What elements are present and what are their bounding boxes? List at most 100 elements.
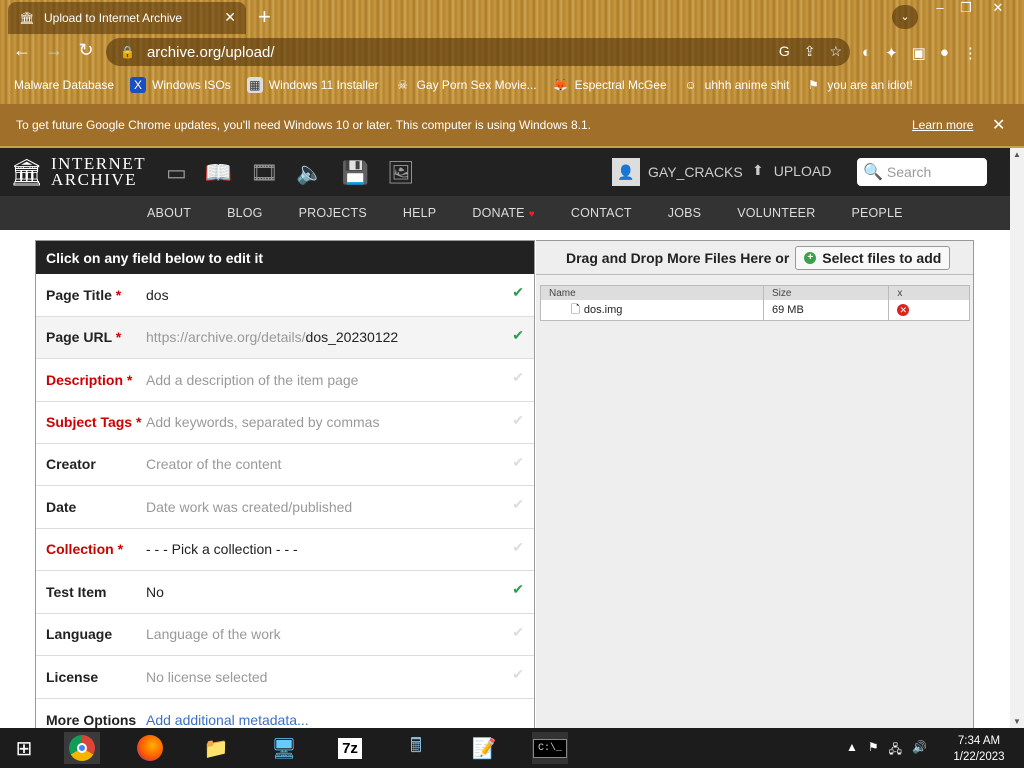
firefox-icon[interactable] (132, 732, 168, 764)
profile-avatar-icon[interactable]: ● (940, 44, 949, 62)
field-subject-tags[interactable]: Subject Tags * Add keywords, separated b… (36, 402, 534, 444)
windows-start-icon[interactable]: ⊞ (6, 732, 42, 764)
side-panel-icon[interactable]: ▣ (912, 44, 926, 62)
chrome-icon[interactable] (64, 732, 100, 764)
extensions-icon[interactable]: ✦ (885, 44, 898, 62)
bookmark-item[interactable]: ▦ Windows 11 Installer (246, 77, 379, 93)
tab-title: Upload to Internet Archive (44, 11, 183, 25)
field-collection[interactable]: Collection * - - - Pick a collection - -… (36, 529, 534, 571)
nav-help[interactable]: HELP (403, 206, 436, 220)
menu-icon[interactable]: ⋮ (963, 44, 978, 62)
table-row[interactable]: 🗋 dos.img 69 MB ✕ (541, 300, 969, 320)
video-icon[interactable]: 🎞 (250, 160, 278, 186)
field-page-title[interactable]: Page Title * dos ✔ (36, 274, 534, 317)
new-tab-button[interactable]: + (258, 4, 271, 30)
bookmark-item[interactable]: Malware Database (14, 78, 114, 92)
calculator-icon[interactable]: 🖩 (398, 732, 434, 764)
back-icon[interactable]: ← (10, 40, 34, 61)
bookmark-item[interactable]: X Windows ISOs (130, 77, 231, 93)
7zip-icon[interactable]: 7z (332, 732, 368, 764)
temple-icon: 🏛 (10, 156, 44, 187)
search-placeholder: Search (886, 164, 932, 180)
remove-file-icon[interactable]: ✕ (897, 304, 910, 316)
bookmark-item[interactable]: ☠ Gay Porn Sex Movie... (395, 77, 536, 93)
file-explorer-icon[interactable]: 📁 (198, 732, 234, 764)
logo-line2: ARCHIVE (51, 170, 138, 189)
nav-about[interactable]: ABOUT (147, 206, 191, 220)
field-language[interactable]: Language Language of the work ✔ (36, 614, 534, 656)
x-icon: X (130, 77, 147, 93)
user-avatar-icon: 👤 (612, 158, 640, 186)
check-icon: ✔ (512, 411, 524, 428)
maximize-button[interactable]: ❐ (952, 0, 980, 16)
tray-expand-icon[interactable]: ▲ (846, 740, 858, 761)
browser-tab[interactable]: 🏛 Upload to Internet Archive ✕ (8, 2, 246, 34)
archive-favicon-icon: 🏛 (19, 11, 35, 25)
reload-icon[interactable]: ↻ (74, 40, 98, 61)
close-infobar-icon[interactable]: ✕ (992, 115, 1005, 135)
upload-link[interactable]: ⬆ UPLOAD (752, 162, 831, 179)
image-icon: ▦ (246, 77, 263, 93)
learn-more-link[interactable]: Learn more (912, 118, 973, 132)
field-test-item[interactable]: Test Item No ✔ (36, 571, 534, 614)
bookmark-item[interactable]: 🦊 Espectral McGee (553, 77, 667, 93)
files-panel[interactable]: Drag and Drop More Files Here or + Selec… (536, 240, 974, 728)
scroll-down-icon[interactable]: ▼ (1013, 717, 1021, 726)
profile-flag-icon[interactable]: ◐ (862, 44, 871, 62)
taskbar-clock[interactable]: 7:34 AM 1/22/2023 (944, 733, 1014, 765)
nav-people[interactable]: PEOPLE (851, 206, 902, 220)
close-tab-icon[interactable]: ✕ (224, 9, 236, 26)
address-bar[interactable]: 🔒 archive.org/upload/ G ⇪ ☆ (106, 38, 850, 66)
field-date[interactable]: Date Date work was created/published ✔ (36, 486, 534, 529)
field-description[interactable]: Description * Add a description of the i… (36, 359, 534, 402)
bookmark-item[interactable]: ⚑ you are an idiot! (805, 77, 913, 93)
minimize-button[interactable]: – (926, 0, 954, 16)
update-infobar: To get future Google Chrome updates, you… (0, 104, 1024, 146)
scroll-up-icon[interactable]: ▲ (1013, 150, 1021, 159)
upload-icon: ⬆ (752, 162, 764, 178)
drop-zone-header: Drag and Drop More Files Here or + Selec… (536, 241, 973, 275)
system-tray: ▲ ⚑ 🖧 🔊 (846, 740, 927, 761)
username: GAY_CRACKS (648, 164, 743, 180)
field-page-url[interactable]: Page URL * https://archive.org/details/d… (36, 316, 534, 359)
bookmark-star-icon[interactable]: ☆ (829, 43, 842, 60)
flag-icon: ⚑ (808, 78, 819, 92)
network-icon[interactable]: 🖧 (889, 740, 902, 761)
nav-blog[interactable]: BLOG (227, 206, 263, 220)
browser-chrome: 🏛 Upload to Internet Archive ✕ + ⌄ – ❐ ✕… (0, 0, 1024, 104)
nav-projects[interactable]: PROJECTS (299, 206, 367, 220)
share-icon[interactable]: ⇪ (804, 43, 816, 60)
volume-icon[interactable]: 🔊 (912, 740, 927, 761)
plus-icon: + (804, 251, 817, 264)
check-icon: ✔ (512, 284, 524, 300)
command-prompt-icon[interactable]: C:\_ (532, 732, 568, 764)
audio-icon[interactable]: 🔈 (296, 160, 323, 186)
field-license[interactable]: License No license selected ✔ (36, 656, 534, 699)
nav-jobs[interactable]: JOBS (668, 206, 701, 220)
forward-icon[interactable]: → (42, 40, 66, 61)
check-icon: ✔ (512, 453, 524, 470)
select-files-button[interactable]: + Select files to add (795, 245, 951, 270)
web-icon[interactable]: ▭ (166, 160, 187, 186)
user-menu[interactable]: 👤 GAY_CRACKS (612, 158, 743, 186)
tab-search-button[interactable]: ⌄ (892, 5, 918, 29)
nav-contact[interactable]: CONTACT (571, 206, 632, 220)
bookmark-item[interactable]: ☺ uhhh anime shit (683, 77, 790, 93)
texts-icon[interactable]: 📖 (205, 160, 232, 186)
software-icon[interactable]: 💾 (342, 160, 369, 186)
bookmarks-bar: Malware Database X Windows ISOs ▦ Windows … (0, 72, 1024, 98)
network-app-icon[interactable]: 🖥 (266, 732, 302, 764)
ia-logo[interactable]: 🏛 INTERNET ARCHIVE (10, 155, 146, 189)
nav-donate[interactable]: DONATE ♥ (472, 206, 535, 220)
notepad-icon[interactable]: 📝 (466, 732, 502, 764)
page-scrollbar[interactable]: ▲ ▼ (1010, 148, 1024, 728)
check-icon: ✔ (512, 369, 524, 385)
images-icon[interactable]: 🖼 (387, 160, 415, 186)
search-input[interactable]: 🔍 Search (857, 158, 987, 186)
add-metadata-link[interactable]: Add additional metadata... (146, 712, 309, 728)
close-window-button[interactable]: ✕ (984, 0, 1012, 16)
action-center-flag-icon[interactable]: ⚑ (868, 740, 879, 761)
field-creator[interactable]: Creator Creator of the content ✔ (36, 444, 534, 486)
nav-volunteer[interactable]: VOLUNTEER (737, 206, 815, 220)
google-icon[interactable]: G (779, 43, 790, 60)
